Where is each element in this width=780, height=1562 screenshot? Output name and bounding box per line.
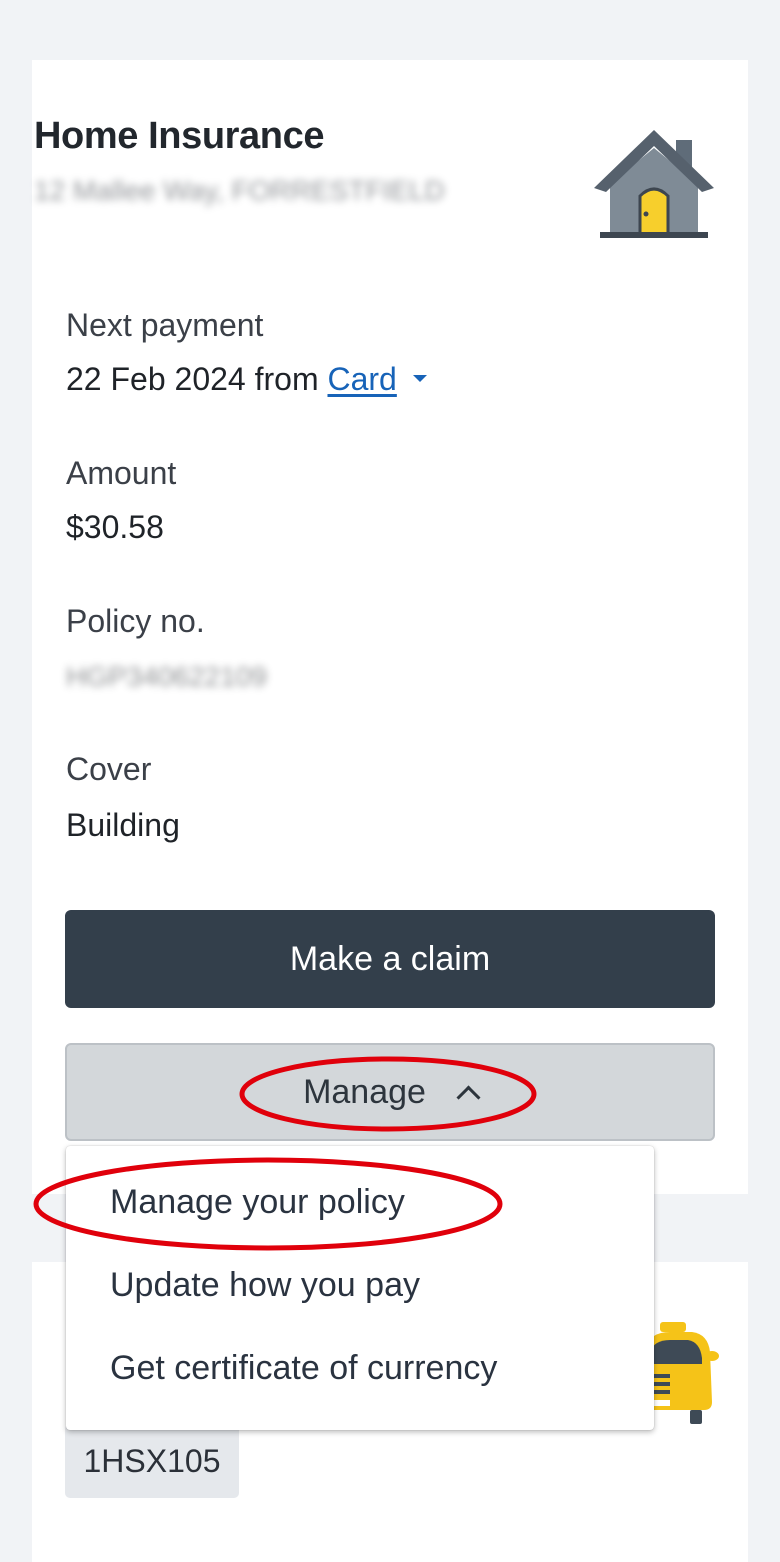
menu-item-manage-your-policy[interactable]: Manage your policy: [110, 1182, 405, 1222]
caret-down-icon[interactable]: [412, 375, 427, 383]
payment-method-link[interactable]: Card: [327, 361, 396, 397]
make-a-claim-button[interactable]: Make a claim: [65, 910, 715, 1008]
policy-number-label: Policy no.: [66, 603, 205, 639]
manage-button[interactable]: Manage: [65, 1043, 715, 1141]
registration-badge: 1HSX105: [65, 1424, 239, 1498]
cover-label: Cover: [66, 751, 152, 787]
property-address: 12 Mallee Way, FORRESTFIELD: [34, 175, 445, 206]
card-title: Home Insurance: [34, 115, 325, 157]
amount-value: $30.58: [66, 509, 164, 545]
manage-dropdown-menu: Manage your policy Update how you pay Ge…: [66, 1146, 654, 1430]
menu-item-update-how-you-pay[interactable]: Update how you pay: [110, 1265, 420, 1305]
house-icon: [594, 130, 714, 238]
policy-number-value: HGP340622109: [66, 661, 267, 692]
next-payment-value: 22 Feb 2024 from Card: [66, 360, 427, 398]
chevron-up-icon: [456, 1084, 481, 1110]
manage-label: Manage: [303, 1072, 426, 1111]
menu-item-get-certificate-of-currency[interactable]: Get certificate of currency: [110, 1348, 497, 1388]
cover-value: Building: [66, 807, 180, 843]
next-payment-date: 22 Feb 2024 from: [66, 361, 328, 397]
make-a-claim-label: Make a claim: [289, 939, 491, 978]
amount-label: Amount: [66, 455, 177, 491]
next-payment-label: Next payment: [66, 307, 264, 343]
